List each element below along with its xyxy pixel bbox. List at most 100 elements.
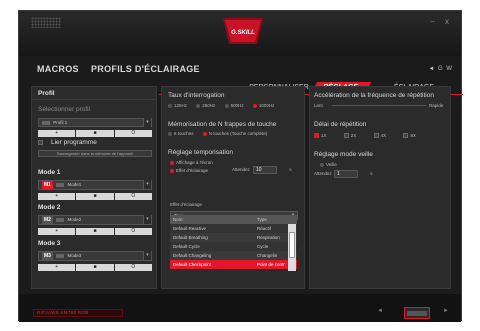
- mode-1-buttons: + ■ O: [38, 193, 152, 200]
- mode-3-add-button[interactable]: +: [38, 264, 76, 271]
- mode-1-label: Mode 1: [38, 169, 61, 176]
- mode-3-delete-button[interactable]: ■: [76, 264, 114, 271]
- keyboard-icon: [56, 217, 65, 222]
- repeat-delay-options: 1X 2X 4X 8X: [314, 133, 424, 139]
- column-header-name: Nom: [170, 215, 254, 224]
- delay-wait-input[interactable]: 10: [253, 166, 278, 174]
- column-header-type: Type: [254, 215, 297, 224]
- keyboard-thumbnail[interactable]: [404, 307, 430, 319]
- mode-3-select[interactable]: M3 Mode3 ▾: [38, 251, 152, 261]
- save-to-device-button[interactable]: Sauvegarder dans la mémoire de l'apparei…: [38, 150, 152, 157]
- main-nav: MACROS PROFILS D'ÉCLAIRAGE ◄ G W: [19, 56, 461, 82]
- sleep-option[interactable]: Veille: [320, 162, 337, 167]
- lighting-effect-table: Nom Type Default Reactive Réactif Defaul…: [170, 215, 297, 269]
- delay-title: Réglage temporisation: [168, 149, 234, 156]
- repeat-delay-1x[interactable]: 1X: [314, 133, 327, 139]
- mode-3-buttons: + ■ O: [38, 264, 152, 271]
- mode-2-buttons: + ■ O: [38, 228, 152, 235]
- repeat-rate-min-label: Lent: [314, 103, 323, 108]
- repeat-rate-max-label: Rapide: [429, 103, 444, 108]
- rollover-title: Mémorisation de N frappes de touche: [168, 121, 277, 128]
- link-program-checkbox[interactable]: [38, 139, 43, 145]
- table-header: Nom Type: [170, 215, 297, 224]
- mode-2-add-button[interactable]: +: [38, 228, 76, 235]
- chevron-down-icon: ▾: [143, 180, 151, 189]
- brand-text: G.SKILL: [231, 30, 255, 36]
- app-window: G.SKILL – x MACROS PROFILS D'ÉCLAIRAGE ◄…: [18, 10, 463, 322]
- repeat-delay-title: Délai de répétition: [314, 121, 367, 128]
- profile-buttons: + ■ O: [38, 130, 152, 137]
- delete-profile-button[interactable]: ■: [76, 130, 114, 137]
- mode-2-select[interactable]: M2 Mode2 ▾: [38, 215, 152, 225]
- rollover-n-radio[interactable]: N touches (Touche complète): [202, 131, 267, 136]
- add-profile-button[interactable]: +: [38, 130, 76, 137]
- settings-panel-right: Accélération de la fréquence de répétiti…: [309, 86, 451, 289]
- table-scrollbar[interactable]: [288, 224, 296, 271]
- mode-3-reset-button[interactable]: O: [114, 264, 152, 271]
- reset-profile-button[interactable]: O: [114, 130, 152, 137]
- polling-1000-radio[interactable]: 1000Hz: [252, 103, 274, 108]
- chevron-down-icon: ▾: [143, 215, 151, 224]
- polling-125-radio[interactable]: 125Hz: [168, 103, 187, 108]
- repeat-rate-title: Accélération de la fréquence de répétiti…: [314, 92, 434, 99]
- table-row[interactable]: Default Changeling Changelin: [170, 251, 297, 260]
- table-row-selected[interactable]: Default Checkpoint Point de contr: [170, 260, 297, 269]
- nav-right-controls[interactable]: ◄ G W: [428, 66, 453, 72]
- profile-panel-title: Profil: [38, 90, 55, 97]
- table-row[interactable]: Default Breathing Respiration: [170, 233, 297, 242]
- table-row[interactable]: Default Cycle Cycle: [170, 242, 297, 251]
- chevron-down-icon: ▾: [143, 118, 151, 127]
- repeat-delay-2x[interactable]: 2X: [343, 133, 356, 139]
- chevron-down-icon: ▾: [143, 251, 151, 260]
- keyboard-icon: [42, 120, 50, 125]
- title-bar: G.SKILL – x: [19, 11, 461, 56]
- keyboard-icon: [56, 182, 65, 187]
- window-controls: – x: [430, 17, 453, 26]
- sleep-mode-title: Réglage mode veille: [314, 151, 373, 158]
- delay-option-lighting[interactable]: Effet d'éclairage: [170, 168, 208, 173]
- rollover-options: 6 touches N touches (Touche complète): [168, 131, 275, 136]
- nav-lighting-profiles[interactable]: PROFILS D'ÉCLAIRAGE: [91, 64, 200, 74]
- gskill-logo: G.SKILL: [217, 14, 269, 48]
- select-profile-label: Sélectionner profil: [38, 106, 91, 113]
- mode-2-reset-button[interactable]: O: [114, 228, 152, 235]
- keyboard-icon: [56, 253, 65, 258]
- speaker-grille-decoration: [31, 17, 61, 28]
- mode-3-label: Mode 3: [38, 240, 61, 247]
- minimize-button[interactable]: –: [430, 17, 438, 26]
- nav-macros[interactable]: MACROS: [37, 64, 79, 74]
- mode-2-delete-button[interactable]: ■: [76, 228, 114, 235]
- polling-rate-options: 125Hz 250Hz 500Hz 1000Hz: [168, 103, 282, 108]
- back-arrow-icon[interactable]: ◄: [428, 66, 438, 72]
- mode-3-badge: M3: [42, 252, 53, 260]
- mode-1-select[interactable]: M1 Mode1 ▾: [38, 180, 152, 190]
- scrollbar-thumb[interactable]: [289, 232, 295, 258]
- lighting-effect-label: Effet d'éclairage: [170, 202, 203, 207]
- mode-2-badge: M2: [42, 216, 53, 224]
- sleep-wait-row: Attendez 1 s: [314, 170, 373, 178]
- mode-1-delete-button[interactable]: ■: [76, 193, 114, 200]
- repeat-delay-4x[interactable]: 4X: [373, 133, 386, 139]
- rollover-6-radio[interactable]: 6 touches: [168, 131, 194, 136]
- device-footer: RIPJAWS KM780 RGB ◄ ►: [19, 294, 461, 322]
- polling-250-radio[interactable]: 250Hz: [196, 103, 215, 108]
- mode-1-add-button[interactable]: +: [38, 193, 76, 200]
- device-name-label: RIPJAWS KM780 RGB: [33, 309, 123, 317]
- mode-2-label: Mode 2: [38, 204, 61, 211]
- table-row[interactable]: Default Reactive Réactif: [170, 224, 297, 233]
- previous-device-arrow-icon[interactable]: ◄: [377, 308, 383, 314]
- delay-option-display[interactable]: Affichage à l'écran: [170, 160, 213, 165]
- link-program-row[interactable]: Lier programme: [38, 139, 105, 146]
- next-device-arrow-icon[interactable]: ►: [443, 308, 449, 314]
- polling-500-radio[interactable]: 500Hz: [224, 103, 244, 108]
- profile-select[interactable]: Profil 1 ▾: [38, 118, 152, 127]
- mode-1-reset-button[interactable]: O: [114, 193, 152, 200]
- sleep-wait-input[interactable]: 1: [334, 170, 359, 178]
- repeat-rate-slider[interactable]: [332, 105, 426, 106]
- mode-1-badge: M1: [42, 181, 53, 189]
- polling-rate-title: Taux d'interrogation: [168, 92, 225, 99]
- delay-wait-row: Attendez 10 s: [232, 166, 292, 174]
- repeat-delay-8x[interactable]: 8X: [403, 133, 416, 139]
- close-button[interactable]: x: [445, 17, 453, 26]
- profile-panel: Profil Sélectionner profil Profil 1 ▾ + …: [31, 86, 157, 289]
